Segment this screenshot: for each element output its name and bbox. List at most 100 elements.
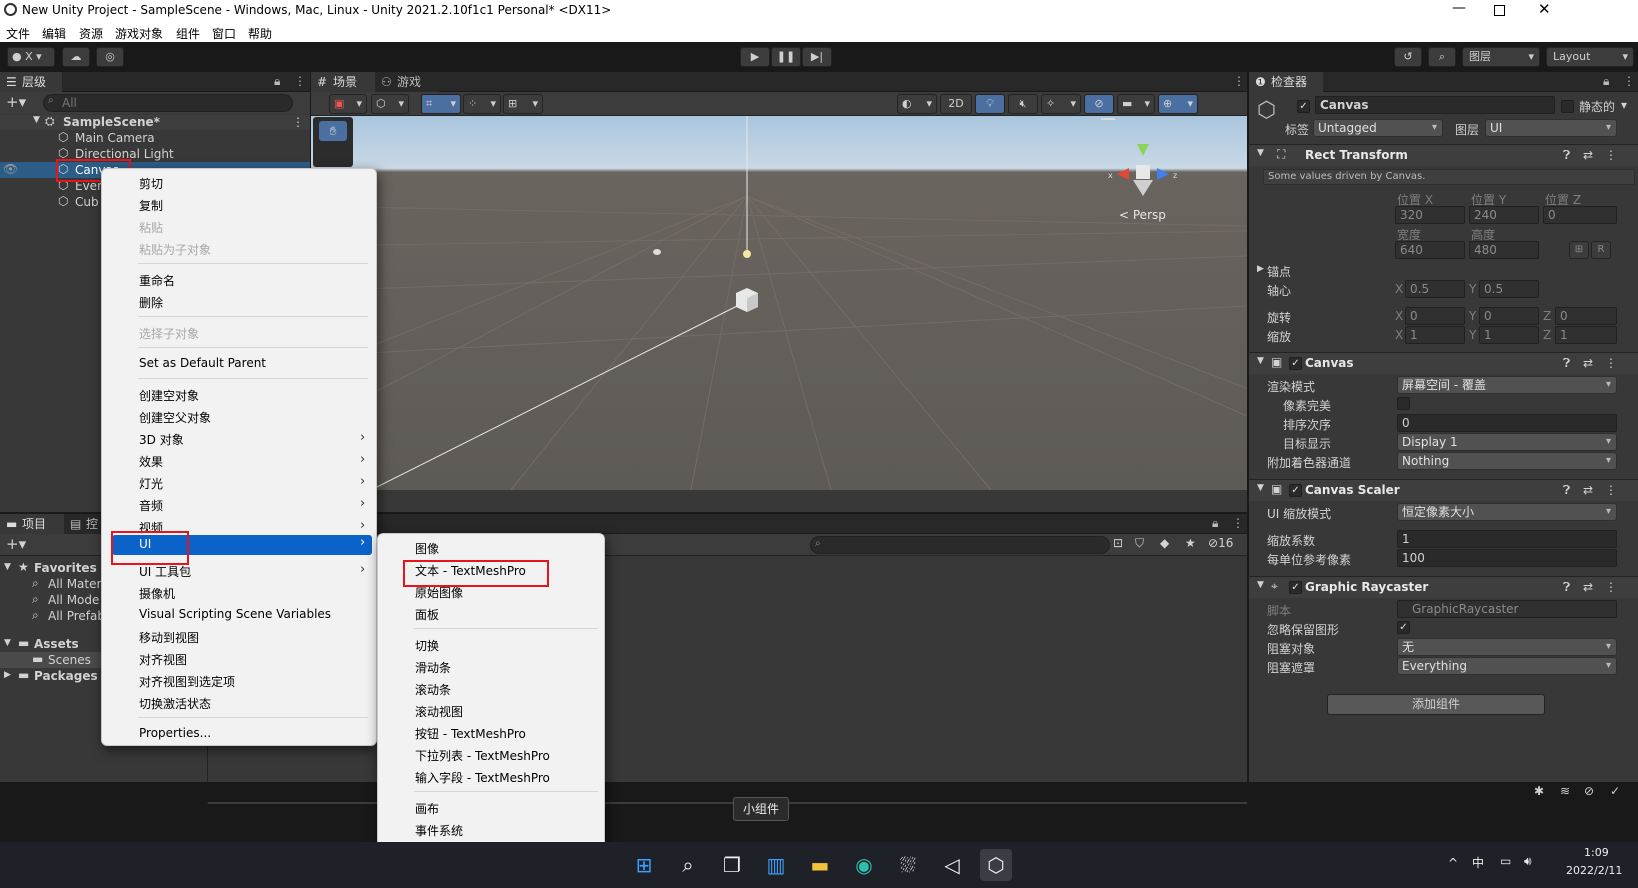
lock-icon[interactable]: 🔒︎ [274, 74, 280, 89]
cloud-button[interactable]: ☁ [62, 47, 90, 67]
submenu-item-scrollbar[interactable]: 滚动条 [415, 681, 451, 698]
menu-item-align-view-to-selected[interactable]: 对齐视图到选定项 [139, 673, 235, 690]
collapse-arrow-icon[interactable]: ▶ [4, 670, 11, 680]
submenu-item-dropdown-tmp[interactable]: 下拉列表 - TextMeshPro [415, 747, 550, 764]
anchors-label[interactable]: 锚点 [1267, 263, 1291, 280]
submenu-item-button-tmp[interactable]: 按钮 - TextMeshPro [415, 725, 526, 742]
lock-icon[interactable]: 🔒︎ [1603, 74, 1609, 89]
hierarchy-item[interactable]: ⬡ Main Camera [0, 130, 310, 146]
pos-z-field[interactable]: 0 [1543, 206, 1617, 224]
search-icon[interactable]: ⌕ [672, 849, 704, 881]
menu-assets[interactable]: 资源 [79, 25, 103, 42]
menu-item-copy[interactable]: 复制 [139, 197, 163, 214]
menu-item-light[interactable]: 灯光 [139, 475, 163, 492]
pos-y-field[interactable]: 240 [1469, 206, 1539, 224]
menu-item-set-default-parent[interactable]: Set as Default Parent [139, 356, 266, 370]
file-explorer-icon[interactable]: ▬ [804, 849, 836, 881]
no-collab-icon[interactable]: ⊘ [1584, 784, 1594, 798]
tab-hierarchy[interactable]: ☰ 层级 [0, 72, 62, 92]
panel-menu-icon[interactable]: ⋮ [294, 74, 306, 88]
preset-icon[interactable]: ⇄ [1583, 580, 1593, 594]
clock-date[interactable]: 2022/2/11 [1566, 864, 1622, 877]
visibility-eye-icon[interactable]: 👁︎ [3, 162, 18, 176]
network-icon[interactable]: ▭ [1500, 854, 1511, 868]
menu-item-toggle-active[interactable]: 切换激活状态 [139, 695, 211, 712]
scale-x-field[interactable]: 1 [1405, 326, 1465, 344]
project-search-input[interactable] [810, 536, 1110, 554]
submenu-item-scroll-view[interactable]: 滚动视图 [415, 703, 463, 720]
scene-menu-icon[interactable]: ⋮ [292, 115, 304, 129]
help-icon[interactable]: ❓︎ [1563, 356, 1570, 371]
lighting-toggle-button[interactable]: 💡︎ [975, 94, 1005, 114]
scale-z-field[interactable]: 1 [1555, 326, 1617, 344]
favorite-item[interactable]: All Prefab [48, 609, 105, 623]
pixel-perfect-checkbox[interactable] [1397, 397, 1410, 410]
debug-icon[interactable]: ✱ [1534, 784, 1544, 798]
sort-order-field[interactable]: 0 [1397, 414, 1617, 432]
graphic-raycaster-header[interactable]: ▼ ⌖ ✓ Graphic Raycaster ❓︎ ⇄ ⋮ [1249, 576, 1638, 598]
filter-by-label-icon[interactable]: ⛉ [1135, 536, 1144, 551]
widgets-icon[interactable]: ▥ [760, 849, 792, 881]
help-icon[interactable]: ❓︎ [1563, 580, 1570, 595]
tag-icon[interactable]: ◆ [1160, 536, 1169, 550]
canvas-enabled-checkbox[interactable]: ✓ [1289, 357, 1302, 370]
scene-viewport[interactable]: x z < Persp [311, 116, 1247, 490]
hidden-objects-toggle[interactable]: ⊘ [1084, 94, 1114, 114]
step-button[interactable]: ▶| [802, 47, 832, 67]
hidden-packages-icon[interactable]: ⊘16 [1208, 536, 1233, 550]
unity-app-icon[interactable]: ⬡ [980, 849, 1012, 881]
tab-project[interactable]: ▬ 项目 [0, 514, 64, 534]
tab-scene[interactable]: # 场景 [311, 72, 375, 92]
pivot-y-field[interactable]: 0.5 [1479, 280, 1539, 298]
assets-label[interactable]: Assets [34, 637, 79, 651]
menu-edit[interactable]: 编辑 [42, 25, 66, 42]
menu-file[interactable]: 文件 [6, 25, 30, 42]
static-checkbox[interactable] [1561, 100, 1574, 113]
menu-item-rename[interactable]: 重命名 [139, 272, 175, 289]
favorites-label[interactable]: Favorites [34, 561, 97, 575]
panel-menu-icon[interactable]: ⋮ [1232, 516, 1244, 530]
pause-button[interactable]: ❚❚ [771, 47, 801, 67]
favorite-item[interactable]: All Mode [48, 593, 99, 607]
camera-dropdown[interactable]: ▬ ▾ [1117, 94, 1155, 114]
menu-item-cut[interactable]: 剪切 [139, 175, 163, 192]
menu-item-move-to-view[interactable]: 移动到视图 [139, 629, 199, 646]
pos-x-field[interactable]: 320 [1395, 206, 1465, 224]
menu-item-camera[interactable]: 摄像机 [139, 585, 175, 602]
store-icon[interactable]: ⛆ [892, 849, 924, 881]
scale-factor-field[interactable]: 1 [1397, 530, 1617, 548]
collapse-arrow-icon[interactable]: ▶ [1257, 264, 1264, 274]
submenu-item-canvas[interactable]: 画布 [415, 800, 439, 817]
menu-item-delete[interactable]: 删除 [139, 294, 163, 311]
menu-item-visual-scripting[interactable]: Visual Scripting Scene Variables [139, 607, 331, 621]
maximize-icon[interactable] [1494, 5, 1505, 16]
favorite-item[interactable]: All Mater [48, 577, 101, 591]
static-dropdown-arrow[interactable]: ▾ [1621, 98, 1627, 112]
tab-game[interactable]: ⚇ 游戏 [375, 72, 439, 92]
help-icon[interactable]: ❓︎ [1563, 148, 1570, 163]
add-component-button[interactable]: 添加组件 [1327, 694, 1545, 715]
preset-icon[interactable]: ⇄ [1583, 356, 1593, 370]
gizmos-dropdown[interactable]: ⊕ ▾ [1158, 94, 1198, 114]
layers-dropdown[interactable]: 图层 ▾ [1462, 47, 1540, 67]
menu-item-create-empty[interactable]: 创建空对象 [139, 387, 199, 404]
blueprint-mode-button[interactable]: ⊞ [1569, 241, 1589, 259]
history-button[interactable]: ↺ [1394, 47, 1422, 67]
effects-dropdown[interactable]: ✧ ▾ [1041, 94, 1081, 114]
submenu-item-toggle[interactable]: 切换 [415, 637, 439, 654]
preset-icon[interactable]: ⇄ [1583, 148, 1593, 162]
check-status-icon[interactable]: ✓ [1610, 784, 1620, 798]
collab-button[interactable]: ◎ [96, 47, 124, 67]
blocking-mask-dropdown[interactable]: Everything [1397, 657, 1617, 675]
component-menu-icon[interactable]: ⋮ [1605, 580, 1617, 594]
rect-transform-header[interactable]: ▼ ⛶ Rect Transform ❓︎ ⇄ ⋮ [1249, 144, 1638, 166]
lock-icon[interactable]: 🔒︎ [1212, 516, 1218, 531]
render-mode-dropdown[interactable]: 屏幕空间 - 覆盖 [1397, 376, 1617, 394]
rot-x-field[interactable]: 0 [1405, 307, 1465, 325]
menu-item-3d-object[interactable]: 3D 对象 [139, 431, 184, 448]
add-icon[interactable]: +▾ [6, 93, 26, 111]
expand-arrow-icon[interactable]: ▼ [4, 562, 11, 572]
menu-item-align-with-view[interactable]: 对齐视图 [139, 651, 187, 668]
menu-component[interactable]: 组件 [176, 25, 200, 42]
active-checkbox[interactable]: ✓ [1297, 100, 1310, 113]
